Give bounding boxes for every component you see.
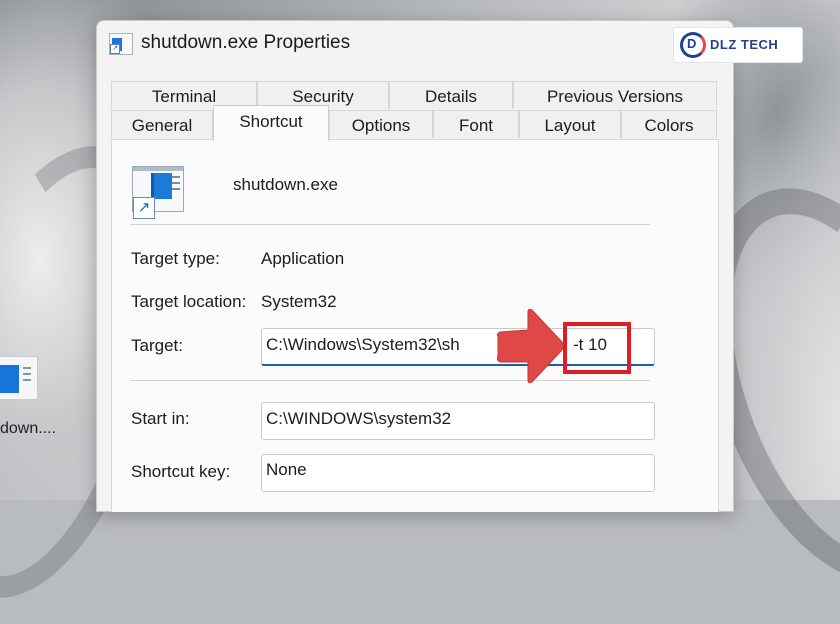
- tab-details[interactable]: Details: [389, 81, 513, 109]
- annotation-highlight-box: [563, 322, 631, 374]
- shortcut-key-input-text: None: [266, 460, 307, 479]
- target-type-value: Application: [261, 249, 345, 268]
- tab-colors[interactable]: Colors: [621, 110, 717, 138]
- title-bar[interactable]: ↗ shutdown.exe Properties D DLZ TECH: [97, 21, 803, 65]
- tab-font[interactable]: Font: [433, 110, 519, 138]
- logo-mark-icon: D: [680, 32, 706, 58]
- file-name: shutdown.exe: [233, 175, 338, 194]
- tab-shortcut[interactable]: Shortcut: [213, 105, 329, 141]
- start-in-input[interactable]: C:\WINDOWS\system32: [261, 402, 655, 440]
- right-arrow-icon: [496, 308, 564, 384]
- logo-text: DLZ TECH: [710, 37, 779, 52]
- target-input-text-start: C:\Windows\System32\sh: [266, 335, 460, 354]
- desktop-shortcut-icon[interactable]: [0, 356, 40, 402]
- shortcut-app-icon: ↗: [132, 166, 184, 219]
- tab-layout[interactable]: Layout: [519, 110, 621, 138]
- tab-previous-versions[interactable]: Previous Versions: [513, 81, 717, 109]
- start-in-input-text: C:\WINDOWS\system32: [266, 409, 452, 428]
- target-label: Target:: [131, 336, 183, 355]
- shortcut-key-label: Shortcut key:: [131, 462, 231, 481]
- target-location-label: Target location:: [131, 292, 247, 311]
- tab-general[interactable]: General: [111, 110, 213, 138]
- watermark-logo: D DLZ TECH: [673, 27, 803, 63]
- target-type-label: Target type:: [131, 249, 220, 268]
- separator: [130, 380, 650, 381]
- target-location-value: System32: [261, 292, 337, 311]
- desktop-shortcut-label[interactable]: down....: [0, 420, 56, 438]
- shortcut-key-input[interactable]: None: [261, 454, 655, 492]
- desktop-file-icon: [0, 356, 38, 400]
- tab-options[interactable]: Options: [329, 110, 433, 138]
- start-in-label: Start in:: [131, 409, 190, 428]
- separator: [130, 224, 650, 225]
- window-title: shutdown.exe Properties: [141, 32, 351, 53]
- shortcut-arrow-icon: ↗: [133, 197, 155, 219]
- shortcut-app-icon: ↗: [109, 33, 133, 55]
